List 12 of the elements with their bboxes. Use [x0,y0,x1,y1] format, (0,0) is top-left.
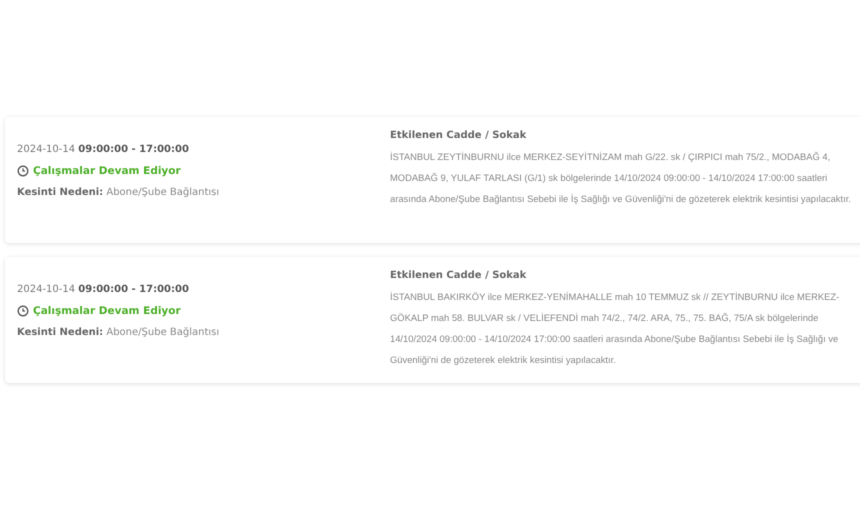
status-label: Çalışmalar Devam Ediyor [33,305,181,317]
outage-reason: Kesinti Nedeni: Abone/Şube Bağlantısı [17,327,220,338]
clock-icon [17,165,29,177]
outage-reason: Kesinti Nedeni: Abone/Şube Bağlantısı [17,187,220,198]
status-label: Çalışmalar Devam Ediyor [33,165,181,177]
streets-heading: Etkilenen Cadde / Sokak [390,130,528,141]
clock-icon [17,305,29,317]
outage-description: İSTANBUL ZEYTİNBURNU ilce MERKEZ-SEYİTNİZAM mah G/22. sk / ÇIRPICI mah 75/2., MODABAĞ 4, MODABAĞ 9, YULAF TARLASI (G/1) sk bölgelerinde 14/10/2024 09:00:00 - 14/10/2024 17:00:00 saatleri arasında Abone/Şube Bağlantısı Sebebi ile İş Sağlığı ve Güvenliği'ni de gözeterek elektrik kesintisi yapılacaktır. [390,150,852,206]
outage-description: İSTANBUL BAKIRKÖY ilce MERKEZ-YENİMAHALLE mah 10 TEMMUZ sk // ZEYTİNBURNU ilce MERKEZ-GÖKALP mah 58. BULVAR sk / VELİEFENDİ mah 74/2., 74/2. ARA, 75., 75. BAĞ, 75/A sk bölgelerinde 14/10/2024 09:00:00 - 14/10/2024 17:00:00 saatleri arasında Abone/Şube Bağlantısı Sebebi ile İş Sağlığı ve Güvenliği'ni de gözeterek elektrik kesintisi yapılacaktır. [390,290,840,367]
outage-date: 2024-10-14 09:00:00 - 17:00:00 [17,144,190,155]
outage-date: 2024-10-14 09:00:00 - 17:00:00 [17,284,190,295]
streets-heading: Etkilenen Cadde / Sokak [390,270,528,281]
